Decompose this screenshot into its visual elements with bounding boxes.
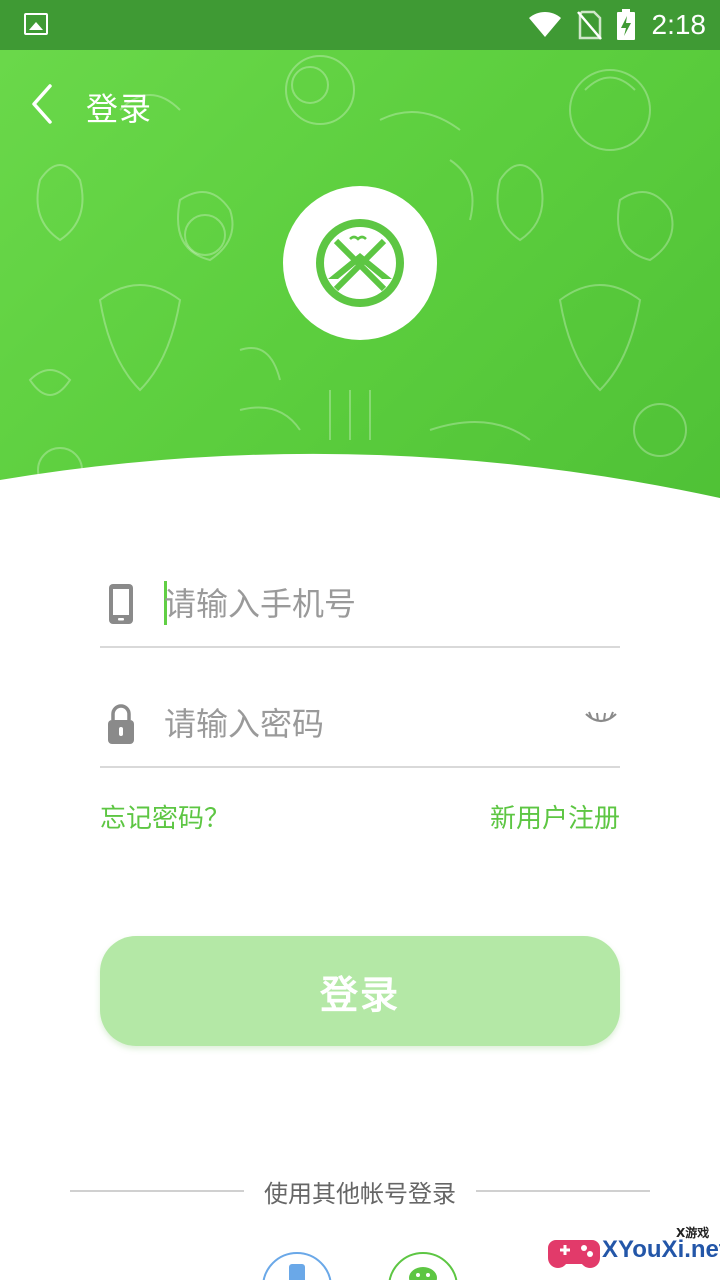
phone-icon — [109, 584, 133, 624]
header-curve — [0, 453, 720, 520]
watermark: XYouXi.net X游戏 — [548, 1222, 720, 1280]
password-input[interactable] — [164, 696, 564, 752]
chevron-left-icon — [32, 84, 52, 124]
password-field — [100, 678, 620, 768]
wifi-icon — [528, 12, 561, 37]
phone-input[interactable] — [164, 576, 564, 632]
register-link[interactable]: 新用户注册 — [490, 798, 620, 835]
lock-icon — [108, 704, 134, 744]
wechat-login-button[interactable] — [388, 1252, 458, 1280]
wechat-icon — [409, 1267, 437, 1280]
other-login-divider: 使用其他帐号登录 — [70, 1174, 650, 1208]
form-links: 忘记密码？ 新用户注册 — [100, 798, 620, 838]
gamepad-icon — [548, 1240, 600, 1268]
back-button[interactable] — [26, 82, 66, 126]
page-title: 登录 — [86, 90, 153, 128]
status-bar: 2:18 — [0, 0, 720, 50]
status-time: 2:18 — [651, 9, 707, 40]
forgot-password-link[interactable]: 忘记密码？ — [100, 798, 230, 835]
app-logo — [283, 186, 437, 340]
eye-closed-icon[interactable] — [584, 708, 618, 730]
status-icons: 2:18 — [528, 0, 707, 50]
watermark-small: X游戏 — [676, 1226, 710, 1240]
divider-line-right — [476, 1190, 650, 1192]
login-button[interactable]: 登录 — [100, 936, 620, 1046]
phone-field — [100, 558, 620, 648]
phone-login-button[interactable] — [262, 1252, 332, 1280]
phone-login-icon — [289, 1264, 305, 1280]
no-sim-icon — [576, 10, 602, 40]
battery-charging-icon — [616, 9, 635, 40]
app-logo-icon — [316, 219, 404, 307]
image-icon — [24, 13, 48, 35]
